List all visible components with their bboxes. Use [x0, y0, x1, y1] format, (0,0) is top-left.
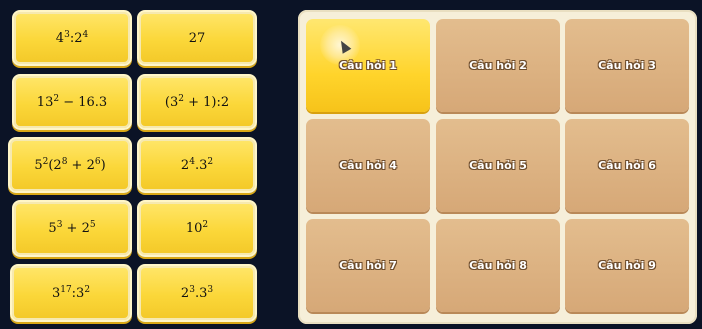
question-board: Câu hỏi 1 Câu hỏi 2 Câu hỏi 3 Câu hỏi 4 …: [298, 10, 697, 324]
question-tile-7[interactable]: Câu hỏi 7: [306, 219, 430, 312]
answer-card-8-text: 102: [185, 220, 209, 237]
question-tile-1-label: Câu hỏi 1: [339, 59, 397, 72]
question-tile-3-label: Câu hỏi 3: [598, 59, 656, 72]
answer-card-8[interactable]: 102: [137, 200, 257, 257]
question-tile-4-label: Câu hỏi 4: [339, 159, 397, 172]
question-tile-5-label: Câu hỏi 5: [469, 159, 527, 172]
question-tile-4[interactable]: Câu hỏi 4: [306, 119, 430, 212]
question-tile-2-label: Câu hỏi 2: [469, 59, 527, 72]
answer-card-5-text: 52(28 + 26): [34, 156, 106, 173]
answer-card-10-text: 23.33: [180, 284, 214, 301]
answer-card-9[interactable]: 317:32: [10, 264, 132, 322]
answer-card-7-text: 53 + 25: [48, 220, 96, 237]
question-tile-9[interactable]: Câu hỏi 9: [565, 219, 689, 312]
answer-card-6-text: 24.32: [180, 156, 214, 173]
answer-card-3-text: 132 − 16.3: [36, 93, 108, 110]
answer-card-2-text: 27: [188, 30, 206, 46]
answer-card-1[interactable]: 43:24: [12, 10, 132, 66]
answer-card-10[interactable]: 23.33: [137, 264, 257, 322]
answer-card-3[interactable]: 132 − 16.3: [12, 74, 132, 130]
question-tile-9-label: Câu hỏi 9: [598, 259, 656, 272]
answer-card-5[interactable]: 52(28 + 26): [8, 137, 132, 193]
question-tile-6[interactable]: Câu hỏi 6: [565, 119, 689, 212]
answer-card-4[interactable]: (32 + 1):2: [137, 74, 257, 130]
question-tile-1[interactable]: Câu hỏi 1: [306, 19, 430, 112]
answer-card-7[interactable]: 53 + 25: [12, 200, 132, 257]
question-tile-6-label: Câu hỏi 6: [598, 159, 656, 172]
question-tile-2[interactable]: Câu hỏi 2: [436, 19, 560, 112]
answer-card-6[interactable]: 24.32: [137, 137, 257, 193]
question-tile-7-label: Câu hỏi 7: [339, 259, 397, 272]
question-tile-8-label: Câu hỏi 8: [469, 259, 527, 272]
question-tile-3[interactable]: Câu hỏi 3: [565, 19, 689, 112]
answer-card-1-text: 43:24: [55, 29, 89, 46]
answer-card-4-text: (32 + 1):2: [164, 93, 230, 110]
question-tile-8[interactable]: Câu hỏi 8: [436, 219, 560, 312]
question-tile-5[interactable]: Câu hỏi 5: [436, 119, 560, 212]
answer-card-9-text: 317:32: [51, 284, 91, 301]
mouse-cursor-icon: [336, 38, 352, 54]
answer-card-2[interactable]: 27: [137, 10, 257, 66]
answer-cards-panel: 43:24 27 132 − 16.3 (32 + 1):2 52(28 + 2…: [0, 0, 270, 329]
